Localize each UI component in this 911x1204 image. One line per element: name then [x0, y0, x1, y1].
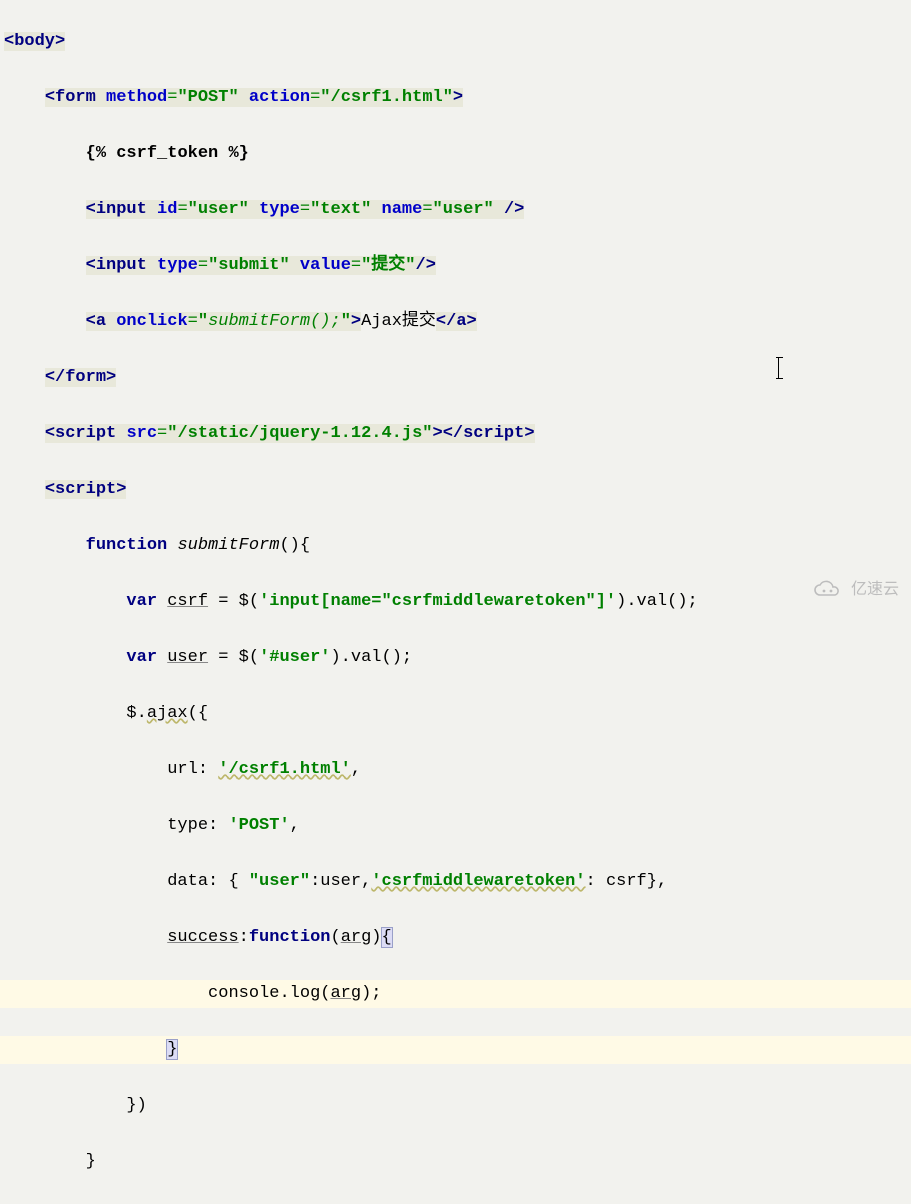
brace-match-open: { [382, 928, 392, 947]
template-tag: {% csrf_token %} [86, 144, 249, 163]
code-line[interactable]: data: { "user":user,'csrfmiddlewaretoken… [0, 868, 911, 896]
code-line[interactable]: <script> [0, 476, 911, 504]
tag-body: body [14, 32, 55, 51]
code-line[interactable]: <body> [0, 28, 911, 56]
code-editor[interactable]: <body> <form method="POST" action="/csrf… [0, 0, 911, 1204]
angle-open: < [4, 32, 14, 51]
code-line[interactable]: }) [0, 1092, 911, 1120]
code-line[interactable]: type: 'POST', [0, 812, 911, 840]
text-cursor-icon [778, 358, 779, 378]
code-line[interactable]: <a onclick="submitForm();">Ajax提交</a> [0, 308, 911, 336]
angle-close: > [55, 32, 65, 51]
code-line[interactable]: function submitForm(){ [0, 532, 911, 560]
brace-match-close: } [167, 1040, 177, 1059]
code-line[interactable]: <form method="POST" action="/csrf1.html"… [0, 84, 911, 112]
code-line[interactable]: } [0, 1036, 911, 1064]
code-line[interactable]: <input id="user" type="text" name="user"… [0, 196, 911, 224]
code-line[interactable]: </form> [0, 364, 911, 392]
code-line[interactable]: {% csrf_token %} [0, 140, 911, 168]
code-line[interactable]: $.ajax({ [0, 700, 911, 728]
code-line[interactable]: url: '/csrf1.html', [0, 756, 911, 784]
code-line[interactable]: <script src="/static/jquery-1.12.4.js"><… [0, 420, 911, 448]
code-line[interactable]: console.log(arg); [0, 980, 911, 1008]
code-line[interactable]: var user = $('#user').val(); [0, 644, 911, 672]
code-line[interactable]: success:function(arg){ [0, 924, 911, 952]
code-line[interactable]: } [0, 1148, 911, 1176]
code-line[interactable]: <input type="submit" value="提交"/> [0, 252, 911, 280]
